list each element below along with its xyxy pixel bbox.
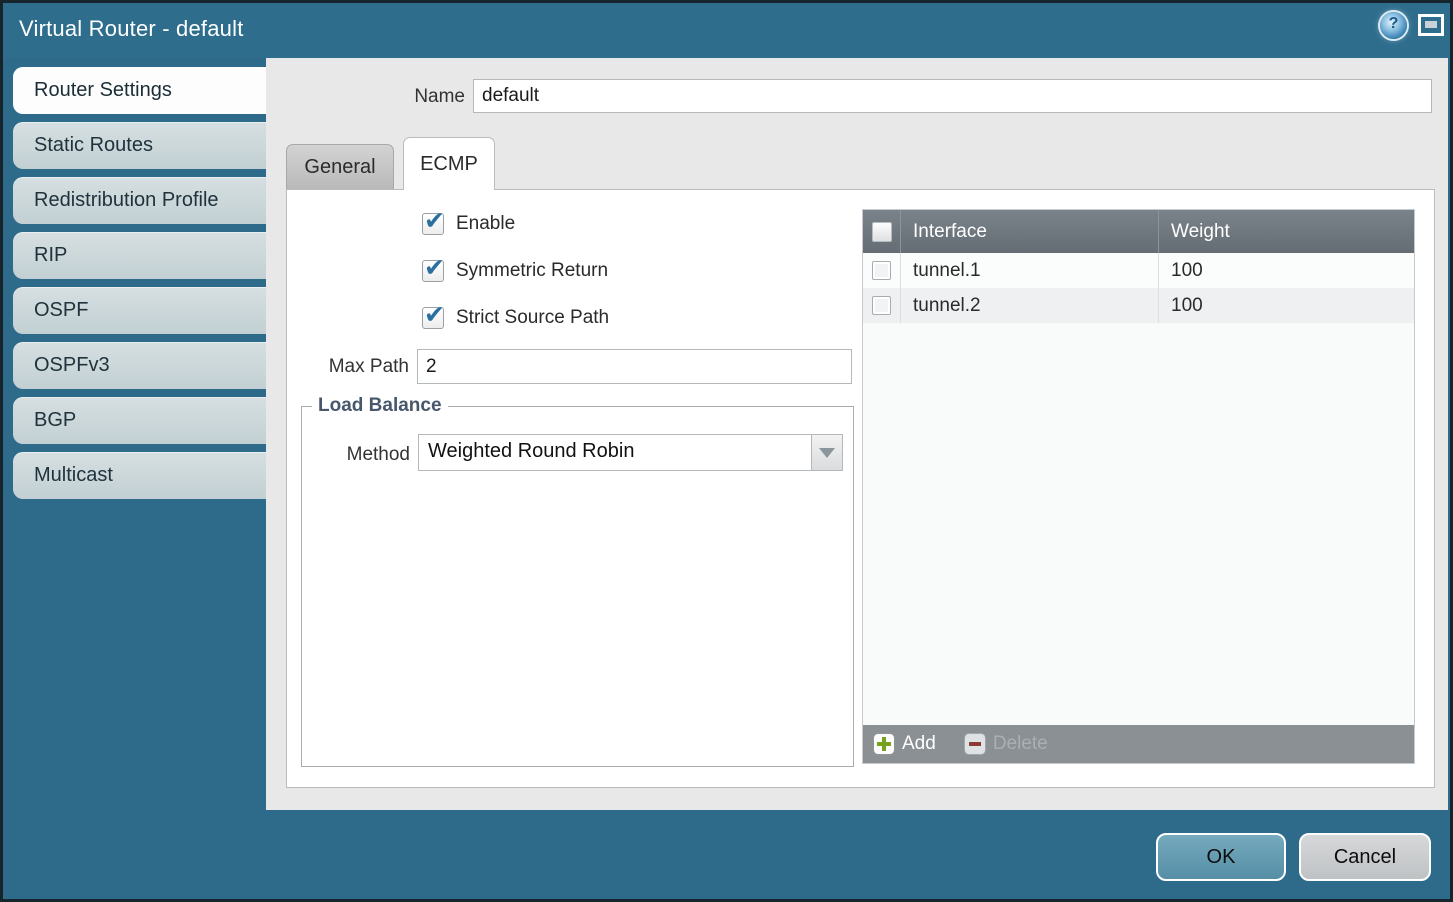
plus-icon bbox=[873, 733, 895, 755]
column-header-interface: Interface bbox=[901, 210, 1159, 253]
cell-interface: tunnel.1 bbox=[901, 253, 1159, 288]
symmetric-return-checkbox[interactable]: ✔ bbox=[422, 260, 444, 282]
name-label: Name bbox=[345, 86, 465, 108]
add-label: Add bbox=[902, 733, 936, 755]
header-checkbox-cell bbox=[863, 210, 901, 253]
checkmark-icon: ✔ bbox=[424, 300, 445, 330]
load-balance-fieldset: Load Balance Method Weighted Round Robin bbox=[301, 406, 854, 767]
strict-source-path-row: ✔ Strict Source Path bbox=[422, 306, 609, 330]
method-label: Method bbox=[306, 444, 410, 466]
sidebar-item-static-routes[interactable]: Static Routes bbox=[13, 122, 266, 169]
row-checkbox[interactable] bbox=[872, 296, 891, 315]
cancel-button[interactable]: Cancel bbox=[1299, 833, 1431, 881]
interface-table: Interface Weight tunnel.1 100 tunnel.2 1… bbox=[862, 209, 1415, 764]
sidebar: Router Settings Static Routes Redistribu… bbox=[13, 67, 266, 507]
enable-label: Enable bbox=[456, 213, 515, 235]
method-select-value: Weighted Round Robin bbox=[419, 435, 811, 470]
row-checkbox[interactable] bbox=[872, 261, 891, 280]
sidebar-item-label: Static Routes bbox=[34, 134, 153, 157]
sidebar-item-label: Redistribution Profile bbox=[34, 189, 219, 212]
sidebar-item-redistribution-profile[interactable]: Redistribution Profile bbox=[13, 177, 266, 224]
sidebar-item-ospfv3[interactable]: OSPFv3 bbox=[13, 342, 266, 389]
strict-source-path-checkbox[interactable]: ✔ bbox=[422, 307, 444, 329]
load-balance-legend: Load Balance bbox=[312, 395, 448, 417]
sidebar-item-ospf[interactable]: OSPF bbox=[13, 287, 266, 334]
sidebar-item-rip[interactable]: RIP bbox=[13, 232, 266, 279]
checkmark-icon: ✔ bbox=[424, 253, 445, 283]
add-button[interactable]: Add bbox=[873, 733, 936, 755]
delete-label: Delete bbox=[993, 733, 1048, 755]
table-toolbar: Add Delete bbox=[863, 725, 1414, 763]
select-all-checkbox[interactable] bbox=[872, 222, 892, 242]
dropdown-arrow-button[interactable] bbox=[811, 435, 842, 470]
table-header: Interface Weight bbox=[863, 210, 1414, 253]
tab-general[interactable]: General bbox=[286, 144, 394, 189]
minus-icon bbox=[964, 733, 986, 755]
enable-row: ✔ Enable bbox=[422, 212, 515, 236]
delete-button[interactable]: Delete bbox=[964, 733, 1048, 755]
ecmp-panel: ✔ Enable ✔ Symmetric Return ✔ Strict Sou… bbox=[286, 189, 1435, 788]
enable-checkbox[interactable]: ✔ bbox=[422, 213, 444, 235]
chevron-down-icon bbox=[819, 448, 835, 458]
sidebar-item-multicast[interactable]: Multicast bbox=[13, 452, 266, 499]
ok-button[interactable]: OK bbox=[1156, 833, 1286, 881]
sidebar-item-label: BGP bbox=[34, 409, 76, 432]
max-path-label: Max Path bbox=[289, 356, 409, 378]
titlebar: Virtual Router - default ? bbox=[3, 3, 1450, 58]
cell-weight: 100 bbox=[1159, 253, 1414, 288]
sidebar-item-label: OSPF bbox=[34, 299, 88, 322]
sidebar-item-bgp[interactable]: BGP bbox=[13, 397, 266, 444]
column-header-weight: Weight bbox=[1159, 210, 1414, 253]
cell-weight: 100 bbox=[1159, 288, 1414, 323]
symmetric-return-row: ✔ Symmetric Return bbox=[422, 259, 608, 283]
sidebar-item-label: Multicast bbox=[34, 464, 113, 487]
method-select[interactable]: Weighted Round Robin bbox=[418, 434, 843, 471]
strict-source-path-label: Strict Source Path bbox=[456, 307, 609, 329]
dialog-title: Virtual Router - default bbox=[19, 16, 244, 42]
content-area: Name General ECMP ✔ Enable ✔ Symmetric R… bbox=[266, 58, 1448, 810]
sidebar-item-router-settings[interactable]: Router Settings bbox=[13, 67, 266, 114]
sidebar-item-label: RIP bbox=[34, 244, 67, 267]
help-icon[interactable]: ? bbox=[1380, 12, 1407, 39]
table-row[interactable]: tunnel.2 100 bbox=[863, 288, 1414, 323]
window-restore-icon[interactable] bbox=[1418, 14, 1444, 36]
sidebar-item-label: Router Settings bbox=[34, 79, 172, 102]
table-row[interactable]: tunnel.1 100 bbox=[863, 253, 1414, 288]
checkmark-icon: ✔ bbox=[424, 206, 445, 236]
sidebar-item-label: OSPFv3 bbox=[34, 354, 110, 377]
name-input[interactable] bbox=[473, 79, 1432, 113]
cell-interface: tunnel.2 bbox=[901, 288, 1159, 323]
tab-ecmp[interactable]: ECMP bbox=[403, 137, 495, 190]
max-path-input[interactable] bbox=[417, 349, 852, 384]
symmetric-return-label: Symmetric Return bbox=[456, 260, 608, 282]
